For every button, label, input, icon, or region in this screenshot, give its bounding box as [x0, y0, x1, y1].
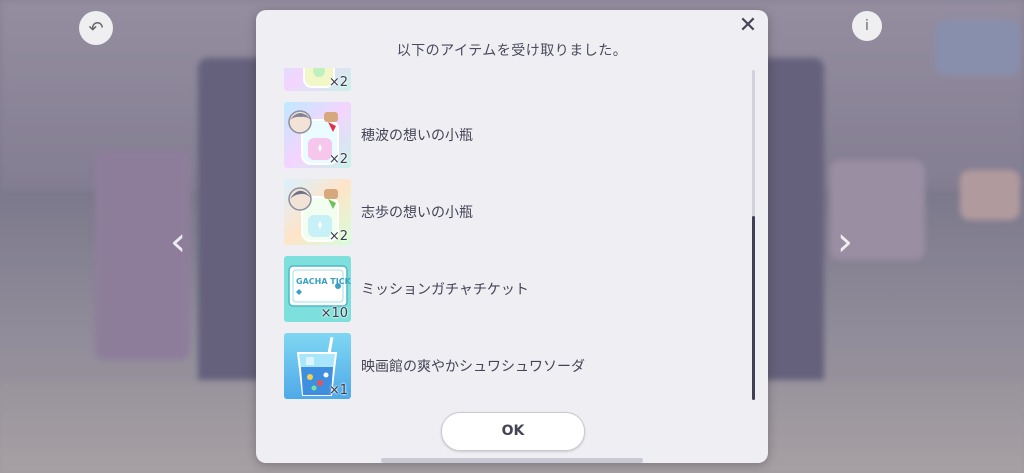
- reward-list[interactable]: ×2 ×2 穂波の想いの小瓶 ×2 志歩の想いの小瓶 GACHA TICK ×1…: [284, 68, 734, 404]
- list-item: ×1 映画館の爽やかシュワシュワソーダ: [284, 332, 734, 400]
- item-name: 映画館の爽やかシュワシュワソーダ: [361, 359, 585, 375]
- scroll-thumb[interactable]: [752, 216, 755, 400]
- item-name: ミッションガチャチケット: [361, 282, 529, 298]
- reward-dialog: 以下のアイテムを受け取りました。 ✕ ×2 ×2 穂波の想いの小瓶 ×2 志歩の…: [256, 10, 768, 463]
- ticket-text: GACHA TICKET: [296, 277, 351, 286]
- item-quantity: ×2: [328, 75, 348, 90]
- item-quantity: ×2: [328, 229, 348, 244]
- item-quantity: ×10: [320, 306, 348, 321]
- item-quantity: ×1: [328, 383, 348, 398]
- list-item: ×2 志歩の想いの小瓶: [284, 178, 734, 246]
- right-arrow-icon[interactable]: ›: [830, 222, 860, 262]
- back-icon[interactable]: ↶: [79, 11, 113, 45]
- item-quantity: ×2: [328, 152, 348, 167]
- list-item: ×2 穂波の想いの小瓶: [284, 101, 734, 169]
- list-item: ×2: [284, 68, 734, 92]
- back-symbol: ↶: [88, 17, 104, 39]
- info-icon[interactable]: i: [852, 11, 882, 41]
- ok-button[interactable]: OK: [441, 412, 585, 451]
- close-icon[interactable]: ✕: [736, 14, 760, 38]
- info-symbol: i: [865, 18, 869, 34]
- item-name: 志歩の想いの小瓶: [361, 205, 473, 221]
- scrollbar[interactable]: [752, 70, 755, 400]
- gacha-ticket-icon: GACHA TICKET ×10: [284, 256, 351, 322]
- dialog-title: 以下のアイテムを受け取りました。: [396, 43, 628, 59]
- memory-bottle-icon: ×2: [284, 102, 351, 168]
- memory-bottle-icon: ×2: [284, 68, 351, 91]
- item-name: 穂波の想いの小瓶: [361, 128, 473, 144]
- bottom-handle: [381, 458, 643, 463]
- list-item: GACHA TICKET ×10 ミッションガチャチケット: [284, 255, 734, 323]
- memory-bottle-icon: ×2: [284, 179, 351, 245]
- left-arrow-icon[interactable]: ‹: [163, 222, 193, 262]
- soda-drink-icon: ×1: [284, 333, 351, 399]
